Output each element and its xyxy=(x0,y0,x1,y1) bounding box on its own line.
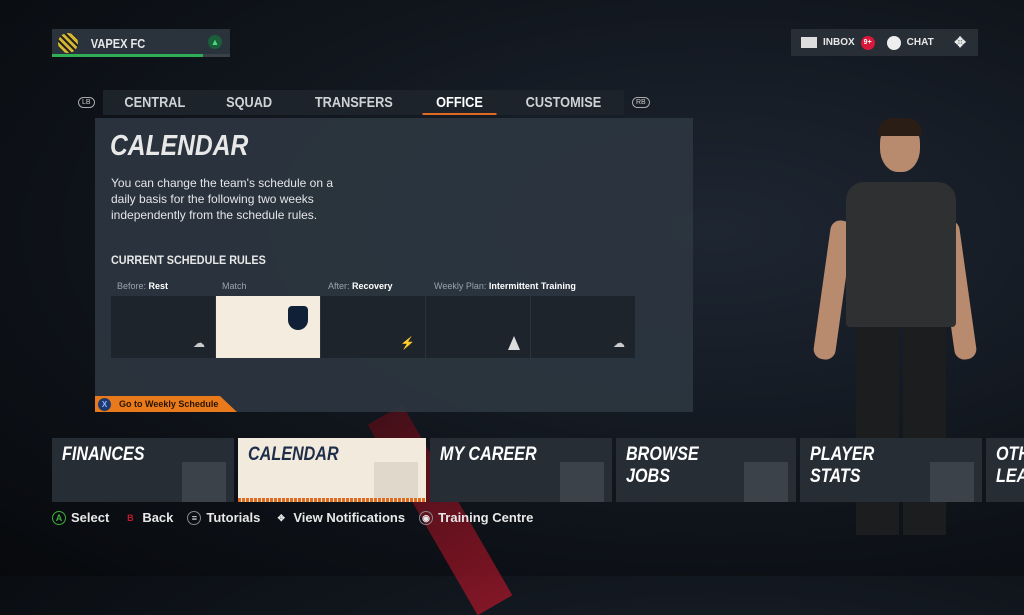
envelope-icon xyxy=(801,37,817,48)
panel-title: CALENDAR xyxy=(110,130,249,162)
club-badge[interactable]: VAPEX FC ▲ xyxy=(52,29,230,57)
rest-icon: ☁ xyxy=(613,336,625,350)
a-button-icon: A xyxy=(52,510,66,525)
hint-label: Tutorials xyxy=(206,510,261,525)
button-hints: A Select B Back ≡ Tutorials ✥ View Notificat… xyxy=(52,510,533,525)
card-progress xyxy=(238,498,426,502)
calendar-panel: CALENDAR You can change the team's sched… xyxy=(95,118,693,412)
card-other-leagues[interactable]: OTH LEA xyxy=(986,438,1024,502)
hint-tutorials[interactable]: ≡ Tutorials xyxy=(187,510,260,525)
thumbs-up-icon: ▲ xyxy=(208,35,222,49)
notifications-icon: ✥ xyxy=(277,512,286,523)
hint-label: Back xyxy=(142,510,174,525)
main-tabs: LB CENTRAL SQUAD TRANSFERS OFFICE CUSTOM… xyxy=(70,90,658,115)
office-cards: FINANCES CALENDAR MY CAREER BROWSE JOBS … xyxy=(52,438,1024,502)
recovery-icon: ⚡ xyxy=(400,336,415,350)
go-to-weekly-schedule-button[interactable]: X Go to Weekly Schedule xyxy=(95,396,237,412)
label-match: Match xyxy=(222,281,247,291)
hint-back[interactable]: B Back xyxy=(123,510,173,525)
player-icon xyxy=(930,462,974,502)
go-to-weekly-schedule-label: Go to Weekly Schedule xyxy=(119,399,219,409)
card-my-career[interactable]: MY CAREER xyxy=(430,438,612,502)
card-finances[interactable]: FINANCES xyxy=(52,438,234,502)
hint-select[interactable]: A Select xyxy=(52,510,109,525)
x-button-icon: X xyxy=(98,397,111,411)
training-cone-icon xyxy=(508,336,520,350)
rules-heading: CURRENT SCHEDULE RULES xyxy=(111,253,266,267)
b-button-icon: B xyxy=(127,512,134,523)
club-name: VAPEX FC xyxy=(90,35,146,51)
label-after: After: Recovery xyxy=(328,281,393,291)
chat-icon xyxy=(886,35,901,50)
hint-label: View Notifications xyxy=(293,510,406,525)
hint-view-notifications[interactable]: ✥ View Notifications xyxy=(274,510,406,525)
lb-button-icon[interactable]: LB xyxy=(78,97,95,108)
panel-description: You can change the team's schedule on a … xyxy=(111,176,334,222)
menu-button-icon: ≡ xyxy=(187,510,202,525)
inbox-button[interactable]: INBOX xyxy=(823,37,855,48)
day-match[interactable] xyxy=(216,296,320,358)
hint-label: Select xyxy=(71,510,110,525)
calendar-icon xyxy=(374,462,418,502)
tab-office[interactable]: OFFICE xyxy=(422,90,497,115)
card-label: CALENDAR xyxy=(248,444,339,465)
top-bar: INBOX 9+ CHAT ✥ xyxy=(791,29,978,56)
chat-button[interactable]: CHAT xyxy=(907,37,934,48)
label-weekly-plan: Weekly Plan: Intermittent Training xyxy=(434,281,576,291)
label-before: Before: Rest xyxy=(117,281,169,291)
card-browse-jobs[interactable]: BROWSE JOBS xyxy=(616,438,796,502)
card-label: PLAYER STATS xyxy=(810,444,875,487)
briefcase-icon xyxy=(744,462,788,502)
tab-customise[interactable]: CUSTOMISE xyxy=(512,90,615,115)
rest-icon: ☁ xyxy=(193,336,205,350)
inbox-count-badge: 9+ xyxy=(860,35,875,50)
day-rest-2[interactable]: ☁ xyxy=(531,296,635,358)
day-recovery[interactable]: ⚡ xyxy=(321,296,425,358)
club-crest-icon xyxy=(288,306,308,330)
club-progress-bar xyxy=(52,54,230,57)
card-label: FINANCES xyxy=(62,444,145,465)
notifications-icon[interactable]: ✥ xyxy=(954,34,966,51)
card-calendar[interactable]: CALENDAR xyxy=(238,438,426,502)
view-button-icon: ◉ xyxy=(419,510,434,525)
hint-training-centre[interactable]: ◉ Training Centre xyxy=(419,510,533,525)
card-label: OTH LEA xyxy=(996,444,1024,487)
tab-transfers[interactable]: TRANSFERS xyxy=(302,90,407,115)
tab-central[interactable]: CENTRAL xyxy=(110,90,198,115)
day-rest[interactable]: ☁ xyxy=(111,296,215,358)
card-label: MY CAREER xyxy=(440,444,537,465)
card-player-stats[interactable]: PLAYER STATS xyxy=(800,438,982,502)
tab-squad[interactable]: SQUAD xyxy=(213,90,286,115)
calculator-icon xyxy=(182,462,226,502)
hint-label: Training Centre xyxy=(438,510,534,525)
day-training[interactable] xyxy=(426,296,530,358)
card-label: BROWSE JOBS xyxy=(626,444,699,487)
rb-button-icon[interactable]: RB xyxy=(631,97,650,108)
manager-icon xyxy=(560,462,604,502)
club-crest-icon xyxy=(58,33,78,53)
schedule-days: ☁ ⚡ ☁ xyxy=(111,296,635,358)
